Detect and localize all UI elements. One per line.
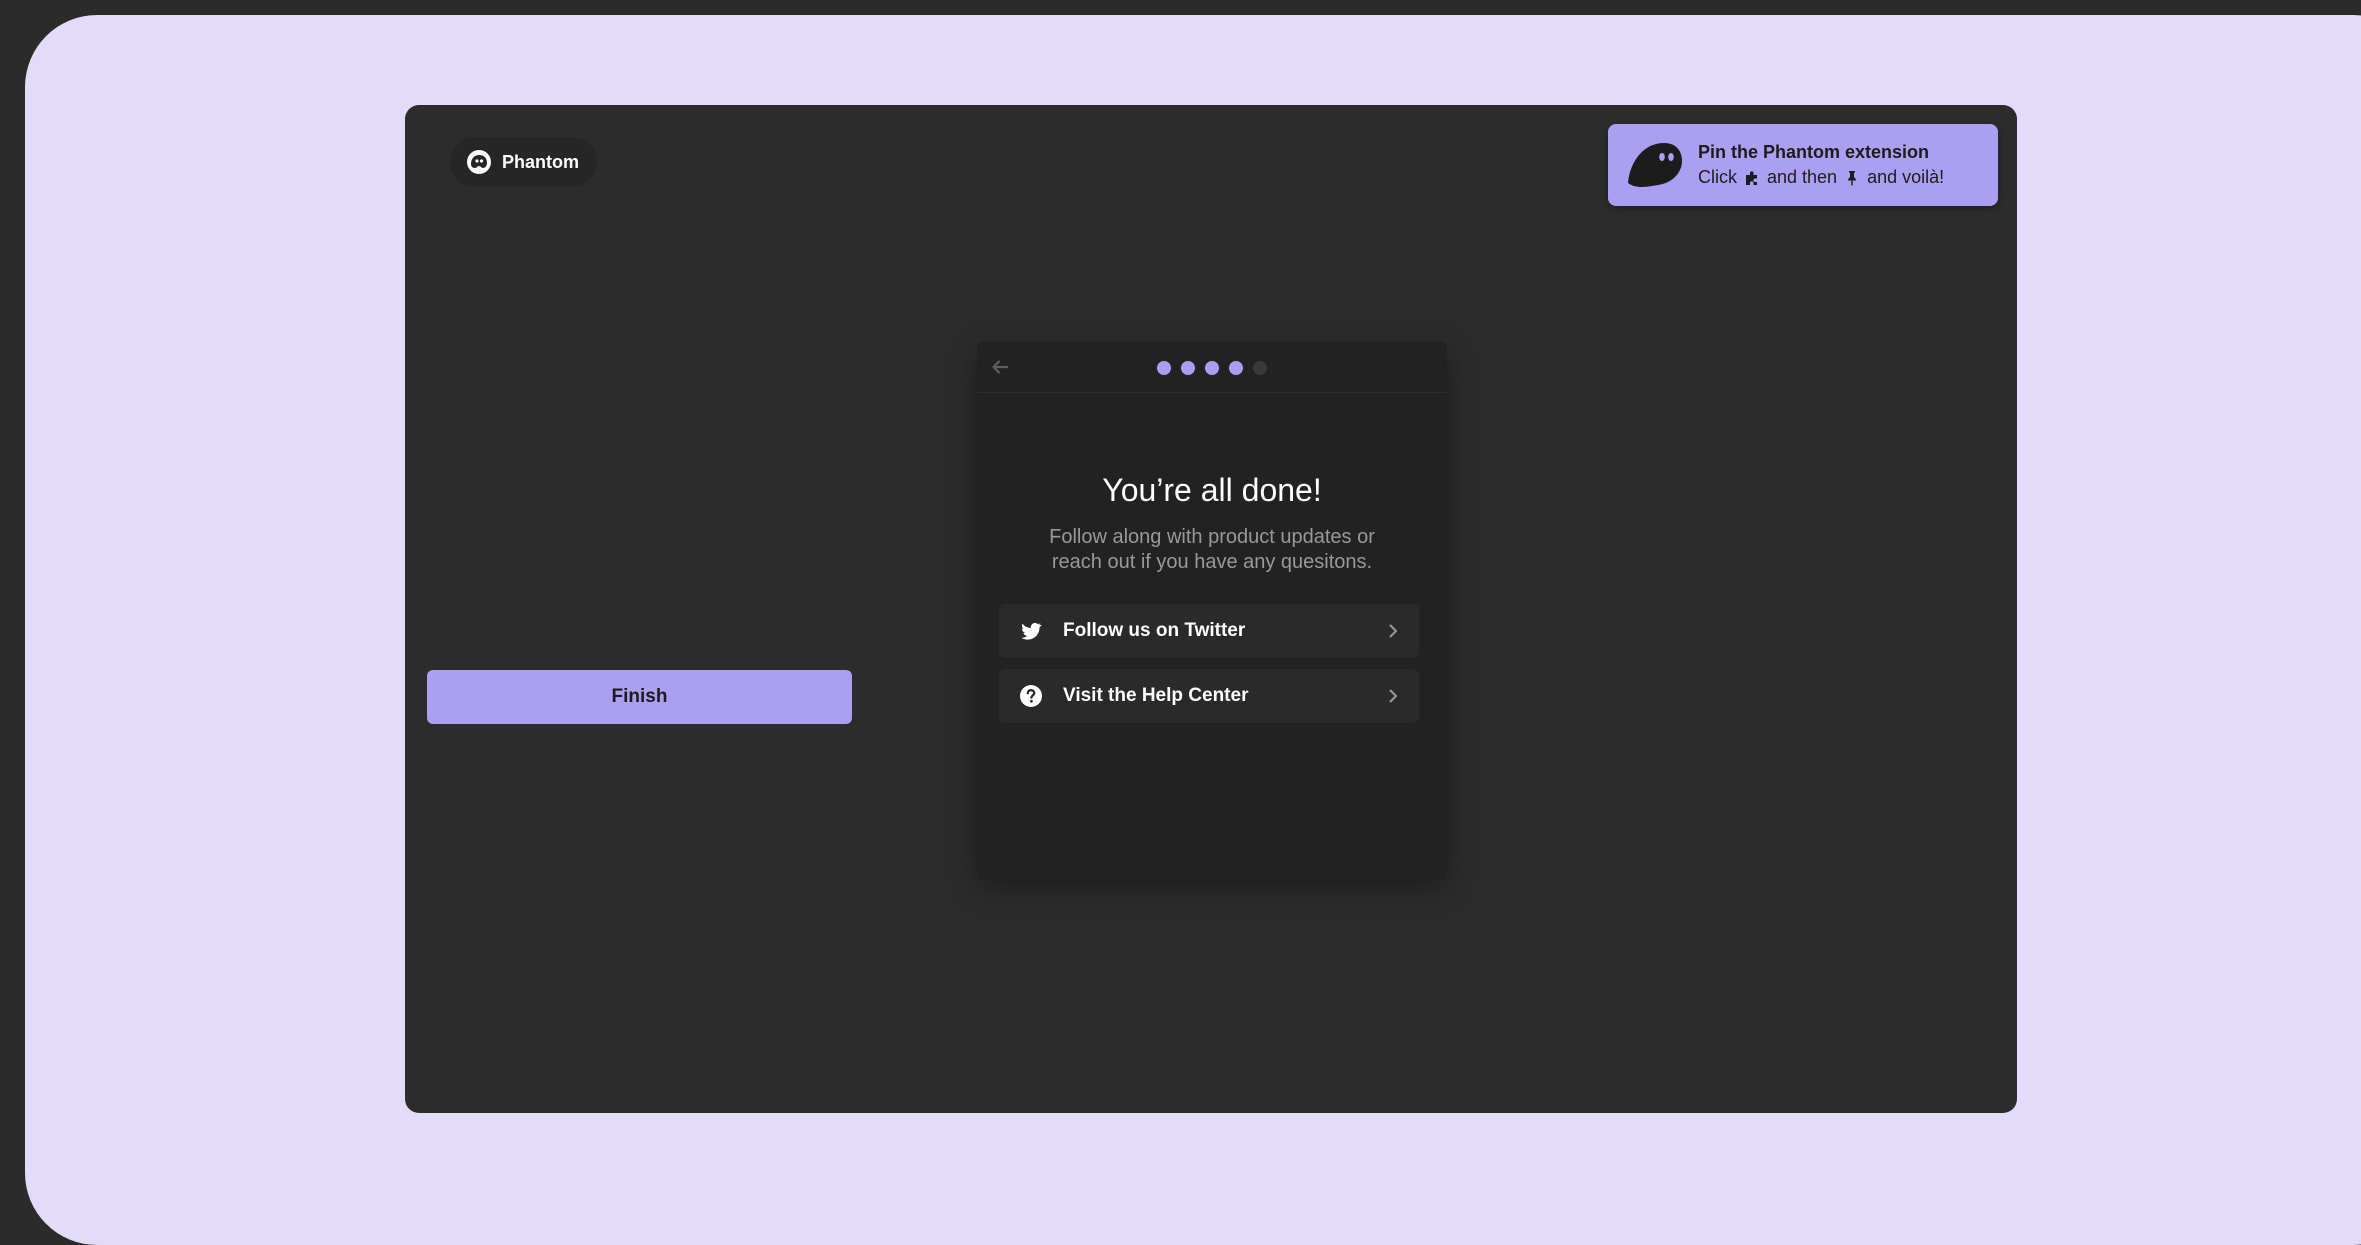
onboarding-header [977, 342, 1447, 393]
help-center-link-label: Visit the Help Center [1063, 685, 1249, 706]
pin-icon [1848, 170, 1857, 185]
brand-name: Phantom [502, 151, 580, 172]
pin-instruction-voila: and voilà! [1867, 167, 1945, 187]
page-title: You’re all done! [1102, 472, 1322, 508]
phantom-ghost-icon [467, 150, 491, 174]
pin-instruction-click: Click [1698, 167, 1737, 187]
pin-banner-instructions: Click and then and voilà! [1698, 165, 1944, 190]
page-subtitle: Follow along with product updates or rea… [1017, 525, 1407, 575]
progress-dot [1157, 361, 1171, 375]
help-circle-icon [1020, 685, 1042, 707]
progress-dot [1205, 361, 1219, 375]
progress-dots [977, 361, 1447, 375]
chevron-right-icon [1389, 624, 1397, 638]
progress-dot [1253, 361, 1267, 375]
pin-banner-title: Pin the Phantom extension [1698, 142, 1930, 162]
progress-dot [1181, 361, 1195, 375]
pin-instruction-and-then: and then [1767, 167, 1838, 187]
subtitle-line: Follow along with product updates or [1049, 526, 1375, 548]
visit-help-center-link[interactable]: Visit the Help Center [999, 669, 1419, 723]
pin-extension-banner: Pin the Phantom extension Click and then… [1608, 124, 1998, 206]
subtitle-line: reach out if you have any quesitons. [1051, 551, 1373, 573]
finish-button[interactable]: Finish [427, 670, 852, 724]
follow-twitter-link[interactable]: Follow us on Twitter [999, 604, 1419, 658]
puzzle-icon [1746, 170, 1757, 185]
phantom-brand: Phantom [450, 137, 598, 187]
twitter-link-label: Follow us on Twitter [1063, 620, 1246, 641]
chevron-right-icon [1389, 689, 1397, 703]
twitter-icon [1021, 622, 1042, 640]
onboarding-window: Phantom Pin the Phantom extension Click … [405, 105, 2017, 1113]
onboarding-card: You’re all done! Follow along with produ… [977, 342, 1447, 880]
phantom-ghost-icon [1628, 143, 1682, 187]
progress-dot [1229, 361, 1243, 375]
